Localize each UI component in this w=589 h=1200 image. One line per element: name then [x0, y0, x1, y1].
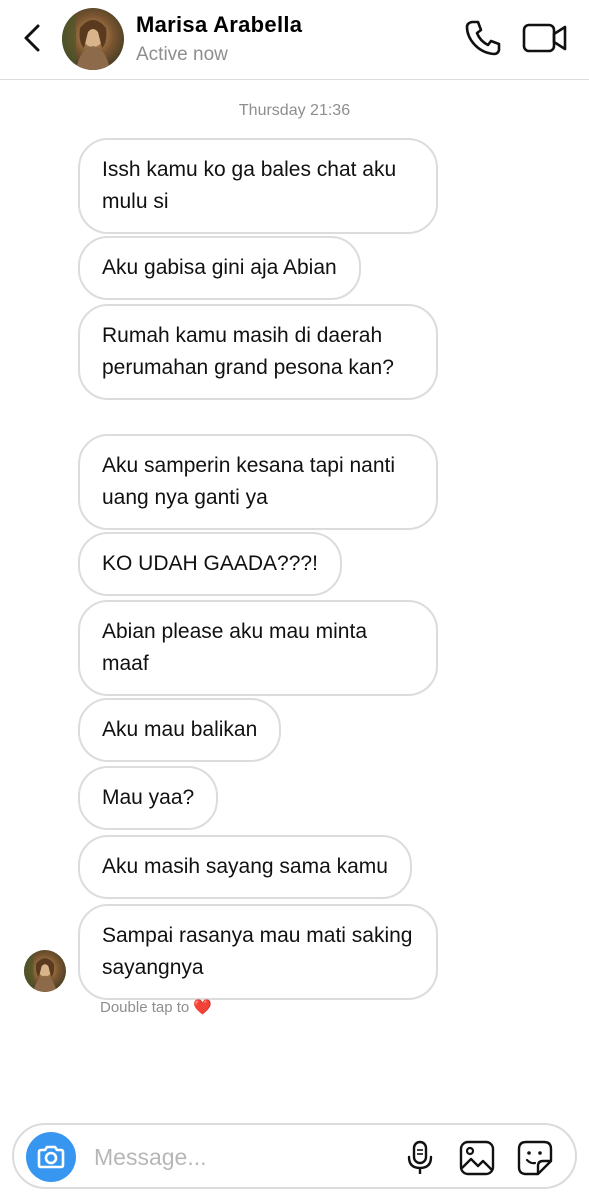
image-icon [459, 1140, 495, 1176]
audio-call-button[interactable] [462, 18, 504, 58]
message-bubble[interactable]: Aku gabisa gini aja Abian [78, 236, 361, 300]
message-bubble[interactable]: Aku mau balikan [78, 698, 282, 762]
microphone-icon [407, 1140, 433, 1174]
message-bubble[interactable]: Aku samperin kesana tapi nanti uang nya … [78, 434, 438, 530]
camera-button[interactable] [26, 1132, 76, 1182]
message-bubble[interactable]: Abian please aku mau minta maaf [78, 600, 438, 696]
video-camera-icon [522, 23, 567, 53]
message-bubble[interactable]: Issh kamu ko ga bales chat aku mulu si [78, 138, 438, 234]
back-button[interactable] [18, 20, 48, 56]
sender-avatar[interactable] [24, 950, 66, 992]
voice-message-button[interactable] [404, 1139, 436, 1177]
direct-message-screen: Marisa Arabella Active now Thursday 21:3… [0, 0, 589, 1200]
video-call-button[interactable] [520, 20, 570, 56]
chat-header: Marisa Arabella Active now [0, 0, 589, 80]
message-composer [12, 1123, 577, 1189]
message-bubble[interactable]: Aku masih sayang sama kamu [78, 835, 412, 899]
message-bubble[interactable]: Rumah kamu masih di daerah perumahan gra… [78, 304, 438, 400]
contact-name[interactable]: Marisa Arabella [136, 12, 302, 38]
sticker-button[interactable] [516, 1139, 554, 1177]
camera-icon [37, 1145, 65, 1169]
active-status: Active now [136, 44, 228, 65]
message-timestamp: Thursday 21:36 [238, 102, 351, 119]
message-bubble[interactable]: KO UDAH GAADA???! [78, 532, 342, 596]
sticker-icon [517, 1140, 553, 1176]
message-bubble[interactable]: Sampai rasanya mau mati saking sayangnya [78, 904, 438, 1000]
contact-avatar[interactable] [62, 8, 124, 70]
heart-icon: ❤️ [193, 999, 213, 1016]
message-bubble[interactable]: Mau yaa? [78, 766, 219, 830]
double-tap-hint-text: Double tap to [100, 999, 190, 1016]
chevron-left-icon [24, 24, 40, 52]
gallery-button[interactable] [458, 1139, 496, 1177]
double-tap-hint: Double tap to ❤️ [100, 998, 212, 1016]
message-input[interactable] [94, 1139, 394, 1175]
phone-icon [465, 20, 501, 56]
